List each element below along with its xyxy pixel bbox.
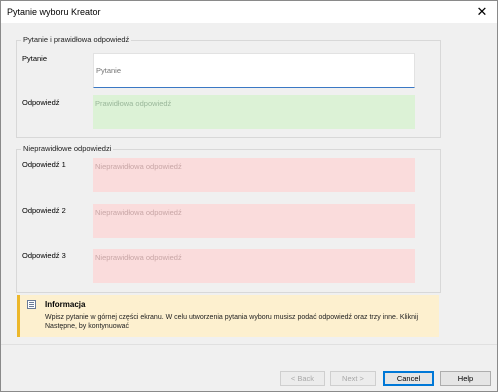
wrong-answer-label: Odpowiedź 2 (22, 206, 66, 215)
cancel-button[interactable]: Cancel (383, 371, 434, 386)
back-button[interactable]: < Back (280, 371, 325, 386)
info-text: Wpisz pytanie w górnej części ekranu. W … (45, 314, 419, 330)
question-group-title: Pytanie i prawidłowa odpowiedź (21, 35, 132, 44)
wrong-answer-field[interactable]: Nieprawidłowa odpowiedź (93, 249, 415, 283)
wrong-answer-field[interactable]: Nieprawidłowa odpowiedź (93, 158, 415, 192)
correct-answer-field[interactable]: Prawidłowa odpowiedź (93, 95, 415, 129)
help-button[interactable]: Help (440, 371, 491, 386)
info-title: Informacja (45, 300, 86, 309)
close-icon[interactable]: ✕ (467, 1, 497, 23)
wrong-answers-group: Nieprawidłowe odpowiedzi Odpowiedź 1 Nie… (16, 144, 441, 293)
question-group: Pytanie i prawidłowa odpowiedź Pytanie O… (16, 35, 441, 138)
document-info-icon (27, 300, 36, 309)
correct-answer-label: Odpowiedź (22, 98, 60, 107)
info-box: Informacja Wpisz pytanie w górnej części… (17, 295, 439, 337)
wizard-window: Pytanie wyboru Kreator ✕ Pytanie i prawi… (0, 0, 498, 392)
next-button[interactable]: Next > (330, 371, 376, 386)
wrong-answers-group-title: Nieprawidłowe odpowiedzi (21, 144, 114, 153)
divider (1, 344, 497, 345)
wrong-answer-label: Odpowiedź 3 (22, 251, 66, 260)
title-bar: Pytanie wyboru Kreator ✕ (1, 1, 497, 23)
wrong-answer-label: Odpowiedź 1 (22, 160, 66, 169)
question-input[interactable] (93, 53, 415, 88)
wrong-answer-field[interactable]: Nieprawidłowa odpowiedź (93, 204, 415, 238)
question-label: Pytanie (22, 54, 48, 63)
window-title: Pytanie wyboru Kreator (7, 7, 101, 17)
